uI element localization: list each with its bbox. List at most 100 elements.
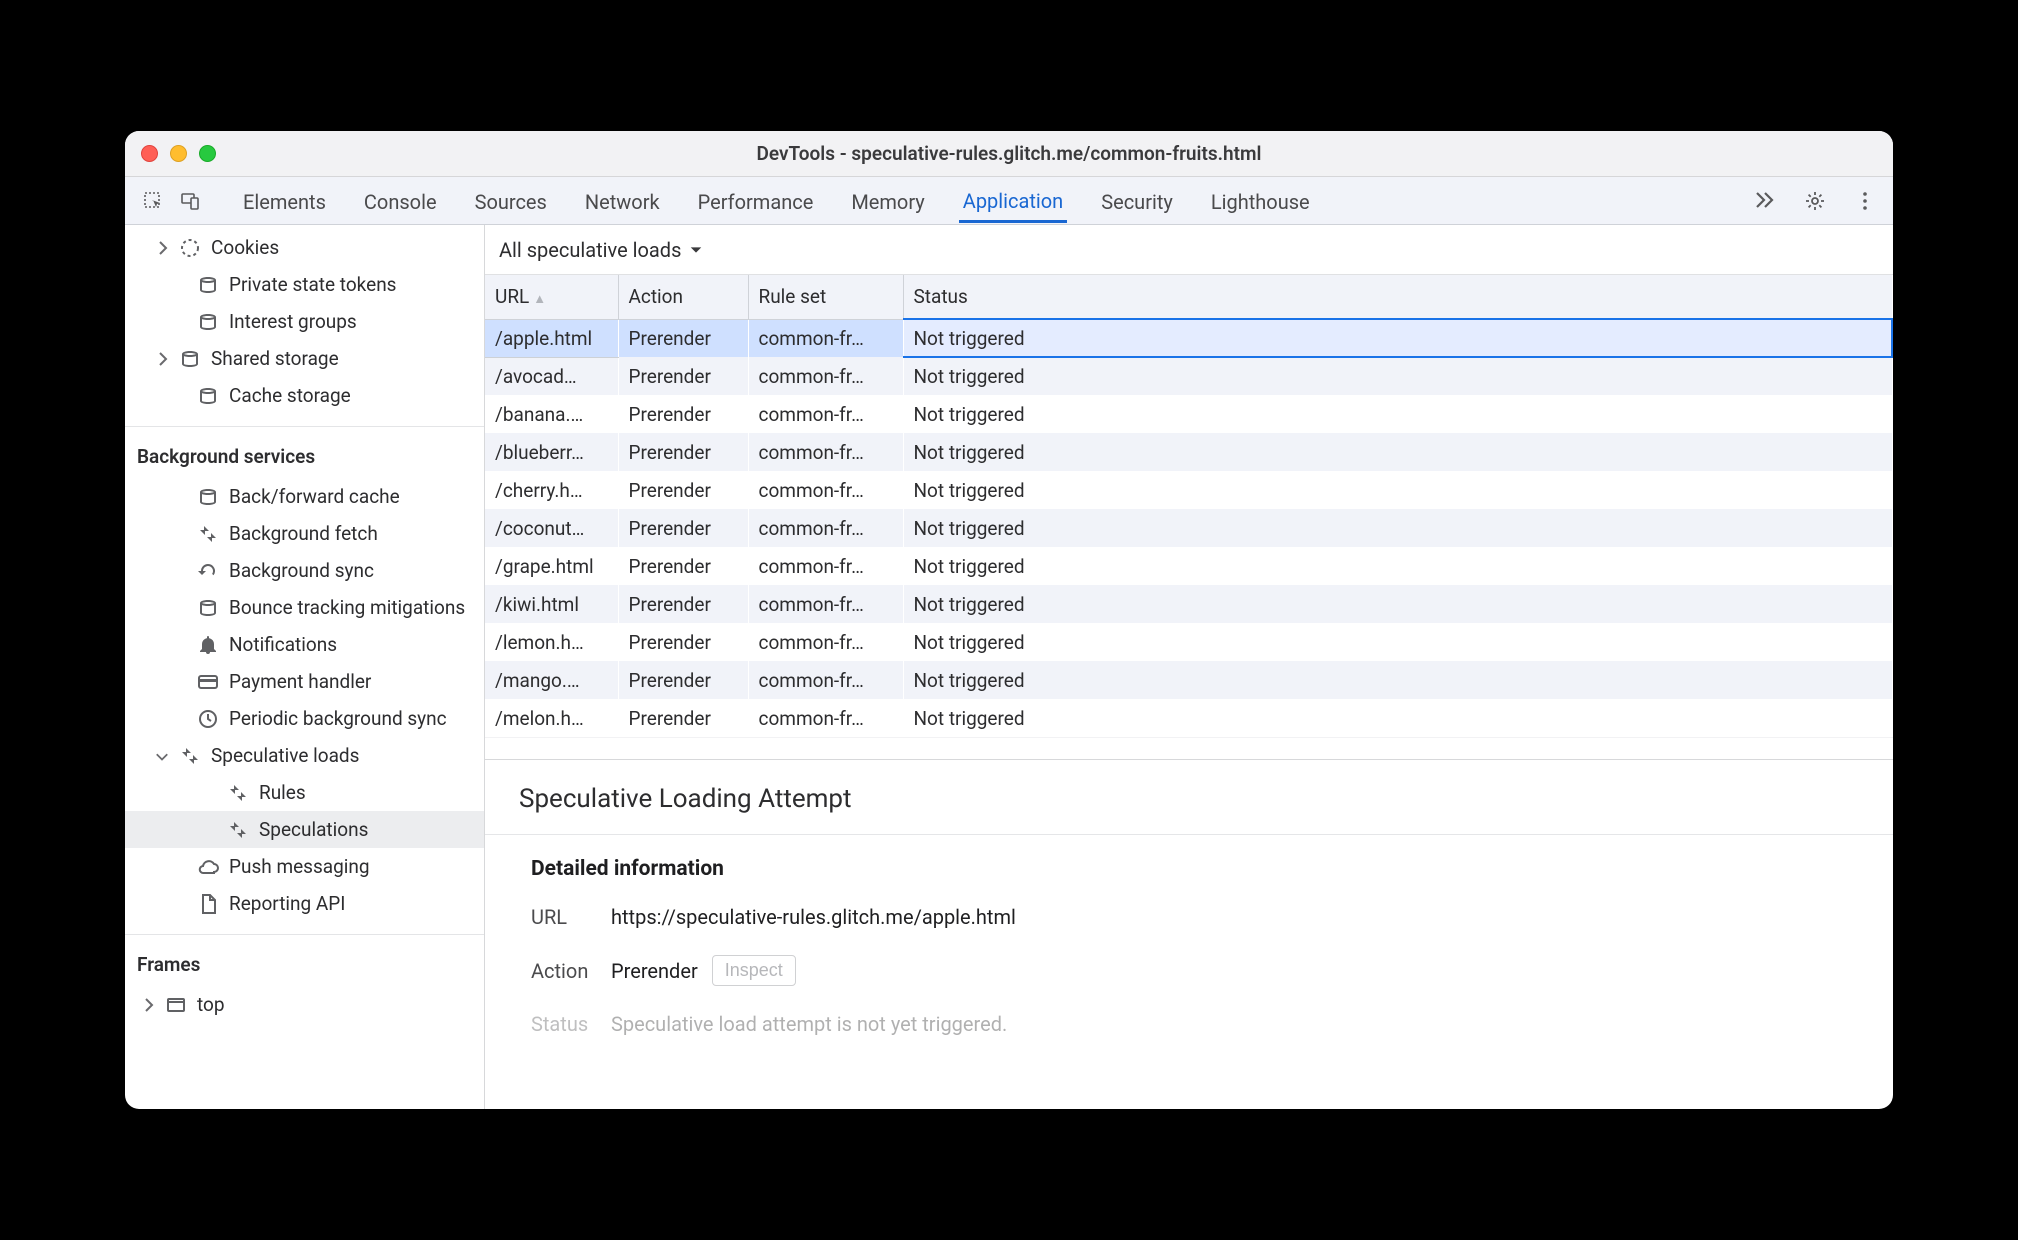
table-row[interactable]: /banana.…Prerendercommon-fr…Not triggere…: [485, 395, 1892, 433]
inspect-button[interactable]: Inspect: [712, 955, 796, 986]
tab-security[interactable]: Security: [1097, 180, 1177, 222]
table-row[interactable]: /coconut…Prerendercommon-fr…Not triggere…: [485, 509, 1892, 547]
tab-elements[interactable]: Elements: [239, 180, 330, 222]
sidebar-item-label: Speculative loads: [211, 744, 359, 767]
tab-memory[interactable]: Memory: [847, 180, 928, 222]
cell-action: Prerender: [618, 509, 748, 547]
table-row[interactable]: /cherry.h…Prerendercommon-fr…Not trigger…: [485, 471, 1892, 509]
sidebar-item-label: Payment handler: [229, 670, 371, 693]
tab-performance[interactable]: Performance: [694, 180, 818, 222]
cell-action: Prerender: [618, 433, 748, 471]
sidebar-item-interest-groups[interactable]: Interest groups: [125, 303, 484, 340]
sidebar-item-label: Cache storage: [229, 384, 351, 407]
table-row[interactable]: /kiwi.htmlPrerendercommon-fr…Not trigger…: [485, 585, 1892, 623]
sidebar-item-push-messaging[interactable]: Push messaging: [125, 848, 484, 885]
sidebar-item-cache-storage[interactable]: Cache storage: [125, 377, 484, 414]
sidebar-item-label: Speculations: [259, 818, 368, 841]
col-action[interactable]: Action: [618, 275, 748, 319]
cell-status: Not triggered: [903, 585, 1892, 623]
sidebar-item-speculations[interactable]: Speculations: [125, 811, 484, 848]
expand-arrow-icon[interactable]: [155, 352, 169, 366]
kebab-menu-icon[interactable]: [1851, 187, 1879, 215]
db-icon: [197, 274, 219, 296]
detail-action-value: Prerender: [611, 959, 698, 983]
cell-action: Prerender: [618, 471, 748, 509]
sidebar-item-label: Reporting API: [229, 892, 345, 915]
sidebar-item-label: Interest groups: [229, 310, 357, 333]
sidebar-item-back-forward-cache[interactable]: Back/forward cache: [125, 478, 484, 515]
cell-url: /grape.html: [485, 547, 618, 585]
cookie-icon: [179, 237, 201, 259]
inspect-element-icon[interactable]: [139, 187, 167, 215]
more-tabs-icon[interactable]: [1751, 187, 1779, 215]
sidebar-item-top[interactable]: top: [125, 986, 484, 1023]
tab-console[interactable]: Console: [360, 180, 441, 222]
sidebar-item-cookies[interactable]: Cookies: [125, 229, 484, 266]
cell-url: /blueberr…: [485, 433, 618, 471]
sidebar-item-rules[interactable]: Rules: [125, 774, 484, 811]
cell-status: Not triggered: [903, 395, 1892, 433]
cell-action: Prerender: [618, 395, 748, 433]
sidebar-item-label: Background sync: [229, 559, 374, 582]
minimize-window-button[interactable]: [170, 145, 187, 162]
cell-status: Not triggered: [903, 471, 1892, 509]
col-status[interactable]: Status: [903, 275, 1892, 319]
sidebar-item-bounce-tracking-mitigations[interactable]: Bounce tracking mitigations: [125, 589, 484, 626]
sidebar-item-background-sync[interactable]: Background sync: [125, 552, 484, 589]
col-ruleset[interactable]: Rule set: [748, 275, 903, 319]
cell-action: Prerender: [618, 585, 748, 623]
expand-arrow-icon[interactable]: [155, 749, 169, 763]
cell-status: Not triggered: [903, 357, 1892, 395]
table-row[interactable]: /avocad…Prerendercommon-fr…Not triggered: [485, 357, 1892, 395]
cell-ruleset: common-fr…: [748, 471, 903, 509]
detailed-info-title: Detailed information: [485, 835, 1893, 903]
table-row[interactable]: /blueberr…Prerendercommon-fr…Not trigger…: [485, 433, 1892, 471]
cell-url: /coconut…: [485, 509, 618, 547]
col-url[interactable]: URL▲: [485, 275, 618, 319]
sidebar-item-reporting-api[interactable]: Reporting API: [125, 885, 484, 922]
device-toggle-icon[interactable]: [177, 187, 205, 215]
zoom-window-button[interactable]: [199, 145, 216, 162]
table-row[interactable]: /lemon.h…Prerendercommon-fr…Not triggere…: [485, 623, 1892, 661]
cell-url: /avocad…: [485, 357, 618, 395]
table-row[interactable]: /mango.…Prerendercommon-fr…Not triggered: [485, 661, 1892, 699]
table-row[interactable]: /melon.h…Prerendercommon-fr…Not triggere…: [485, 699, 1892, 737]
tab-lighthouse[interactable]: Lighthouse: [1207, 180, 1314, 222]
table-row[interactable]: /grape.htmlPrerendercommon-fr…Not trigge…: [485, 547, 1892, 585]
sidebar-item-speculative-loads[interactable]: Speculative loads: [125, 737, 484, 774]
close-window-button[interactable]: [141, 145, 158, 162]
cell-ruleset: common-fr…: [748, 585, 903, 623]
sort-asc-icon: ▲: [533, 292, 546, 307]
sidebar-item-periodic-background-sync[interactable]: Periodic background sync: [125, 700, 484, 737]
cell-ruleset: common-fr…: [748, 661, 903, 699]
tab-application[interactable]: Application: [959, 179, 1067, 223]
sidebar-item-private-state-tokens[interactable]: Private state tokens: [125, 266, 484, 303]
file-icon: [197, 893, 219, 915]
detail-action-label: Action: [531, 959, 611, 983]
tab-network[interactable]: Network: [581, 180, 664, 222]
sidebar-item-notifications[interactable]: Notifications: [125, 626, 484, 663]
cell-action: Prerender: [618, 661, 748, 699]
sidebar-item-shared-storage[interactable]: Shared storage: [125, 340, 484, 377]
card-icon: [197, 671, 219, 693]
db-icon: [179, 348, 201, 370]
expand-arrow-icon[interactable]: [141, 998, 155, 1012]
detail-url-label: URL: [531, 905, 611, 929]
cell-status: Not triggered: [903, 509, 1892, 547]
settings-icon[interactable]: [1801, 187, 1829, 215]
cell-ruleset: common-fr…: [748, 395, 903, 433]
section-frames: Frames: [125, 935, 484, 986]
expand-arrow-icon[interactable]: [155, 241, 169, 255]
cell-url: /cherry.h…: [485, 471, 618, 509]
arrows-icon: [179, 745, 201, 767]
cell-ruleset: common-fr…: [748, 357, 903, 395]
cell-url: /lemon.h…: [485, 623, 618, 661]
cell-action: Prerender: [618, 357, 748, 395]
sidebar-item-payment-handler[interactable]: Payment handler: [125, 663, 484, 700]
filter-dropdown[interactable]: All speculative loads: [499, 238, 703, 262]
table-row[interactable]: /apple.htmlPrerendercommon-fr…Not trigge…: [485, 319, 1892, 357]
cell-ruleset: common-fr…: [748, 623, 903, 661]
tab-sources[interactable]: Sources: [471, 180, 551, 222]
sidebar-item-background-fetch[interactable]: Background fetch: [125, 515, 484, 552]
sync-icon: [197, 560, 219, 582]
